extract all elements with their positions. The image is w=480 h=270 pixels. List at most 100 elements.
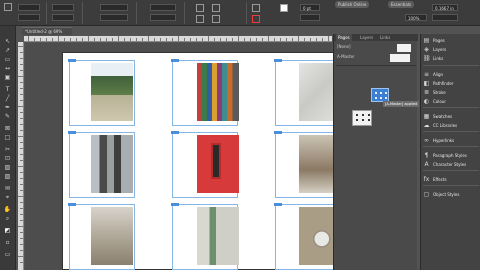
frame-handle[interactable] [274, 203, 282, 206]
dock-item-paragraph-styles[interactable]: ¶ Paragraph Styles [421, 151, 480, 160]
photo-red-door[interactable] [197, 135, 239, 193]
frame-handle[interactable] [274, 59, 282, 62]
document-tab[interactable]: *Untitled-2 @ 69% [22, 27, 72, 35]
frame-fitting-field[interactable] [432, 14, 458, 21]
zoom-tool-icon[interactable]: ⌕ [3, 215, 12, 222]
shear-field[interactable] [150, 14, 176, 21]
pencil-tool-icon[interactable]: ✎ [3, 113, 12, 120]
frame-handle[interactable] [171, 131, 179, 134]
frame-handle[interactable] [171, 59, 179, 62]
dock-item-object-styles[interactable]: ▢ Object Styles [421, 190, 480, 199]
none-master-thumb[interactable] [397, 44, 411, 52]
x-position-field[interactable] [18, 4, 40, 11]
image-frame[interactable] [68, 59, 135, 126]
stroke-icon[interactable] [252, 15, 260, 23]
type-tool-icon[interactable]: T [3, 86, 12, 93]
opacity-field[interactable]: 100% [405, 14, 427, 21]
note-tool-icon[interactable]: ✉ [3, 185, 12, 192]
dock-item-colour[interactable]: ◐ Colour [421, 97, 480, 106]
pen-tool-icon[interactable]: ✒ [3, 104, 12, 111]
stroke-swatch-icon[interactable] [280, 4, 288, 12]
dock-item-swatches[interactable]: ▦ Swatches [421, 112, 480, 121]
dock-item-character-styles[interactable]: A Character Styles [421, 160, 480, 169]
image-frame[interactable] [274, 131, 337, 198]
select-container-icon[interactable] [196, 15, 204, 23]
stroke-weight-field[interactable]: 0 pt [300, 4, 320, 11]
frame-handle[interactable] [274, 131, 282, 134]
formatting-affects-container-icon[interactable]: ▫ [3, 239, 12, 246]
tab-links[interactable]: Links [380, 34, 390, 41]
width-field[interactable] [52, 4, 74, 11]
content-collector-icon[interactable]: ▣ [3, 74, 12, 81]
image-frame[interactable] [274, 59, 337, 126]
dragged-page-ghost[interactable] [371, 88, 389, 102]
document-page[interactable] [62, 52, 337, 270]
a-master-label[interactable]: A-Master [337, 54, 355, 59]
publish-online-button[interactable]: Publish Online [335, 1, 370, 8]
frame-handle[interactable] [171, 203, 179, 206]
vertical-ruler[interactable] [18, 42, 24, 270]
image-frame[interactable] [171, 131, 239, 198]
frame-handle[interactable] [68, 203, 76, 206]
tab-pages[interactable]: Pages [336, 34, 352, 41]
reference-point-icon[interactable] [4, 3, 12, 11]
gradient-feather-tool-icon[interactable]: ▨ [3, 173, 12, 180]
dock-item-layers[interactable]: ◈ Layers [421, 45, 480, 54]
image-frame[interactable] [274, 203, 337, 270]
image-frame[interactable] [68, 131, 135, 198]
measure-field[interactable]: 0.1667 in [432, 4, 458, 11]
line-tool-icon[interactable]: ╱ [3, 95, 12, 102]
dock-item-pathfinder[interactable]: ◧ Pathfinder [421, 79, 480, 88]
free-transform-tool-icon[interactable]: ⊡ [3, 155, 12, 162]
dock-item-pages[interactable]: ▤ Pages [421, 36, 480, 45]
rectangle-frame-tool-icon[interactable]: ⊠ [3, 125, 12, 132]
rectangle-tool-icon[interactable]: □ [3, 134, 12, 141]
image-frame[interactable] [171, 203, 239, 270]
rotation-field[interactable] [150, 4, 176, 11]
dock-item-cc-libraries[interactable]: ☁ CC Libraries [421, 121, 480, 130]
screen-mode-icon[interactable]: ▭ [3, 251, 12, 258]
frame-handle[interactable] [68, 59, 76, 62]
image-frame[interactable] [68, 203, 135, 270]
scale-y-field[interactable] [100, 14, 128, 21]
hand-tool-icon[interactable]: ✋ [3, 206, 12, 213]
photo-gravel-cap[interactable] [299, 207, 337, 265]
photo-metal-fixtures[interactable] [197, 207, 239, 265]
frame-handle[interactable] [68, 131, 76, 134]
selection-tool-icon[interactable]: ↖ [3, 38, 12, 45]
page-tool-icon[interactable]: ▭ [3, 56, 12, 63]
stroke-type-field[interactable] [300, 14, 320, 21]
gradient-tool-icon[interactable]: ▧ [3, 164, 12, 171]
dock-item-align[interactable]: ≡ Align [421, 70, 480, 79]
flip-vertical-icon[interactable] [212, 4, 220, 12]
dock-item-stroke[interactable]: ≣ Stroke [421, 88, 480, 97]
photo-concrete-block[interactable] [299, 135, 337, 193]
dock-item-effects[interactable]: fx Effects [421, 175, 480, 184]
flip-horizontal-icon[interactable] [196, 4, 204, 12]
essentials-workspace-button[interactable]: Essentials [388, 1, 415, 8]
photo-concrete-steps[interactable] [91, 207, 133, 265]
direct-selection-tool-icon[interactable]: ↗ [3, 47, 12, 54]
scale-x-field[interactable] [100, 4, 128, 11]
horizontal-ruler[interactable] [24, 36, 332, 42]
image-frame[interactable] [171, 59, 239, 126]
page-thumbnail[interactable] [352, 110, 372, 126]
y-position-field[interactable] [18, 14, 40, 21]
a-master-left-thumb[interactable] [390, 54, 400, 62]
select-content-icon[interactable] [212, 15, 220, 23]
a-master-right-thumb[interactable] [400, 54, 410, 62]
gap-tool-icon[interactable]: ↔ [3, 65, 12, 72]
fill-stroke-swatch-icon[interactable]: ◩ [3, 227, 12, 234]
dock-item-hyperlinks[interactable]: ∞ Hyperlinks [421, 136, 480, 145]
fill-icon[interactable] [252, 4, 260, 12]
photo-playground[interactable] [91, 63, 133, 121]
photo-colored-poles[interactable] [197, 63, 239, 121]
none-master-label[interactable]: [None] [337, 44, 351, 49]
photo-concrete-surface[interactable] [299, 63, 337, 121]
scissors-tool-icon[interactable]: ✂ [3, 146, 12, 153]
dock-item-links[interactable]: ⛓ Links [421, 54, 480, 63]
photo-metal-posts[interactable] [91, 135, 133, 193]
eyedropper-tool-icon[interactable]: ⌖ [3, 194, 12, 201]
tab-layers[interactable]: Layers [360, 34, 373, 41]
height-field[interactable] [52, 14, 74, 21]
